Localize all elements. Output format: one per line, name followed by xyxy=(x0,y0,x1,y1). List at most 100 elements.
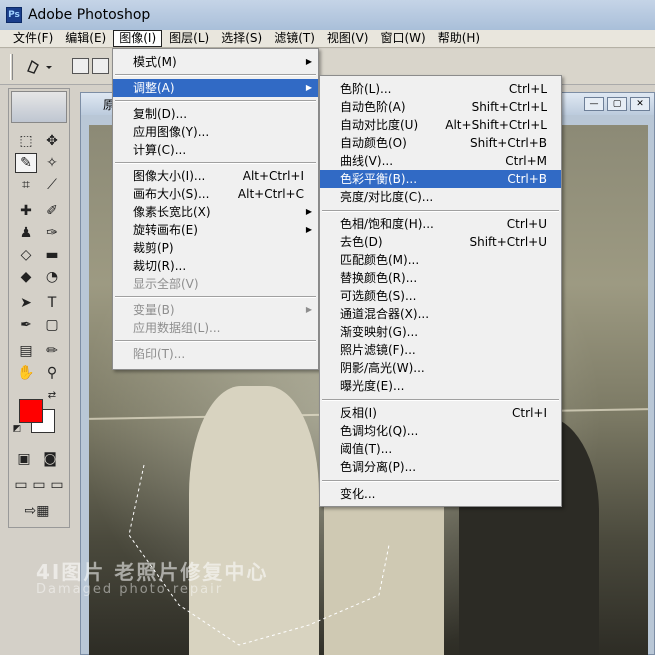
menu-item-label: 计算(C)... xyxy=(133,143,187,157)
watermark-subtitle: Damaged photo repair xyxy=(36,582,224,597)
menu-item-label: 像素长宽比(X) xyxy=(133,205,211,219)
gradient-tool-icon[interactable]: ▬ xyxy=(41,245,63,265)
polygonal-lasso-tool-icon[interactable] xyxy=(24,57,54,77)
adjust-menu-item[interactable]: 色调分离(P)... xyxy=(320,458,561,476)
crop-tool-icon[interactable]: ⌗ xyxy=(15,175,37,195)
adjust-menu-item[interactable]: 匹配颜色(M)... xyxy=(320,251,561,269)
quick-mask-mode-icon[interactable]: ◙ xyxy=(39,449,61,469)
adjust-menu-item[interactable]: 亮度/对比度(C)... xyxy=(320,188,561,206)
swap-colors-icon[interactable]: ⇄ xyxy=(45,389,59,401)
menu-0[interactable]: 文件(F) xyxy=(8,30,58,47)
menu-item-shortcut: Ctrl+U xyxy=(506,217,547,231)
adjust-menu-item[interactable]: 变化... xyxy=(320,485,561,503)
healing-brush-tool-icon[interactable]: ✚ xyxy=(15,201,37,221)
menu-item-label: 旋转画布(E) xyxy=(133,223,198,237)
lasso-tool-icon[interactable]: ✎ xyxy=(15,153,37,173)
eyedropper-tool-icon[interactable]: ✏ xyxy=(41,341,63,361)
menu-item-label: 曝光度(E)... xyxy=(340,379,405,393)
image-menu-item[interactable]: 应用图像(Y)... xyxy=(113,123,318,141)
adjust-menu-item[interactable]: 色相/饱和度(H)... Ctrl+U xyxy=(320,215,561,233)
menu-1[interactable]: 编辑(E) xyxy=(60,30,111,47)
default-colors-icon[interactable]: ◩ xyxy=(11,423,23,435)
adjust-menu-item[interactable]: 阈值(T)... xyxy=(320,440,561,458)
menu-separator xyxy=(115,162,316,164)
add-selection-button[interactable] xyxy=(92,58,109,74)
maximize-icon[interactable]: ▢ xyxy=(607,97,627,111)
image-menu-item[interactable]: 调整(A) ▶ xyxy=(113,79,318,97)
menu-5[interactable]: 滤镜(T) xyxy=(269,30,320,47)
adjust-menu-item[interactable]: 可选颜色(S)... xyxy=(320,287,561,305)
full-screen-menu-mode-icon[interactable]: ▭ xyxy=(31,475,47,495)
adjust-menu-item[interactable]: 色阶(L)... Ctrl+L xyxy=(320,80,561,98)
menu-7[interactable]: 窗口(W) xyxy=(375,30,430,47)
adjust-menu-item[interactable]: 自动色阶(A) Shift+Ctrl+L xyxy=(320,98,561,116)
menu-item-label: 照片滤镜(F)... xyxy=(340,343,416,357)
dodge-tool-icon[interactable]: ◔ xyxy=(41,267,63,287)
image-menu-item[interactable]: 旋转画布(E) ▶ xyxy=(113,221,318,239)
adjust-menu-item[interactable]: 去色(D) Shift+Ctrl+U xyxy=(320,233,561,251)
menu-4[interactable]: 选择(S) xyxy=(216,30,267,47)
image-menu-item[interactable]: 计算(C)... xyxy=(113,141,318,159)
adjust-menu-item[interactable]: 色彩平衡(B)... Ctrl+B xyxy=(320,170,561,188)
adjust-menu-item[interactable]: 自动颜色(O) Shift+Ctrl+B xyxy=(320,134,561,152)
image-menu: 模式(M) ▶ 调整(A) ▶ 复制(D)... 应用图像(Y)... 计算(C)... 图像… xyxy=(112,48,319,370)
minimize-icon[interactable]: — xyxy=(584,97,604,111)
adjust-menu-item[interactable]: 曲线(V)... Ctrl+M xyxy=(320,152,561,170)
standard-mode-icon[interactable]: ▣ xyxy=(13,449,35,469)
image-menu-item[interactable]: 像素长宽比(X) ▶ xyxy=(113,203,318,221)
menu-item-label: 色调均化(Q)... xyxy=(340,424,419,438)
menu-item-label: 裁切(R)... xyxy=(133,259,187,273)
image-menu-item: 陷印(T)... xyxy=(113,345,318,363)
menu-item-shortcut: Ctrl+I xyxy=(512,406,547,420)
menu-6[interactable]: 视图(V) xyxy=(322,30,374,47)
menu-item-shortcut: Shift+Ctrl+B xyxy=(470,136,547,150)
slice-tool-icon[interactable]: ⟋ xyxy=(41,175,63,195)
image-menu-item[interactable]: 图像大小(I)... Alt+Ctrl+I xyxy=(113,167,318,185)
image-menu-item[interactable]: 复制(D)... xyxy=(113,105,318,123)
menu-3[interactable]: 图层(L) xyxy=(164,30,214,47)
adjust-menu-item[interactable]: 色调均化(Q)... xyxy=(320,422,561,440)
adjust-menu-item[interactable]: 阴影/高光(W)... xyxy=(320,359,561,377)
move-tool-icon[interactable]: ✥ xyxy=(41,131,63,151)
image-menu-item[interactable]: 裁切(R)... xyxy=(113,257,318,275)
shape-tool-icon[interactable]: ▢ xyxy=(41,315,63,335)
submenu-arrow-icon: ▶ xyxy=(305,225,312,234)
text-tool-icon[interactable]: T xyxy=(41,293,63,313)
adjust-menu-item[interactable]: 替换颜色(R)... xyxy=(320,269,561,287)
notes-tool-icon[interactable]: ▤ xyxy=(15,341,37,361)
hand-tool-icon[interactable]: ✋ xyxy=(15,363,37,383)
pen-tool-icon[interactable]: ✒ xyxy=(15,315,37,335)
adjust-menu-item[interactable]: 曝光度(E)... xyxy=(320,377,561,395)
menu-item-label: 色彩平衡(B)... xyxy=(340,172,418,186)
menu-8[interactable]: 帮助(H) xyxy=(433,30,485,47)
menu-item-label: 匹配颜色(M)... xyxy=(340,253,420,267)
adjust-menu-item[interactable]: 自动对比度(U) Alt+Shift+Ctrl+L xyxy=(320,116,561,134)
marquee-tool-icon[interactable]: ⬚ xyxy=(15,131,37,151)
history-brush-tool-icon[interactable]: ✑ xyxy=(41,223,63,243)
blur-tool-icon[interactable]: ◆ xyxy=(15,267,37,287)
menu-separator xyxy=(115,296,316,298)
adjust-menu-item[interactable]: 通道混合器(X)... xyxy=(320,305,561,323)
image-menu-item[interactable]: 裁剪(P) xyxy=(113,239,318,257)
image-menu-item[interactable]: 画布大小(S)... Alt+Ctrl+C xyxy=(113,185,318,203)
clone-stamp-tool-icon[interactable]: ♟ xyxy=(15,223,37,243)
adjust-menu-item[interactable]: 渐变映射(G)... xyxy=(320,323,561,341)
jump-to-imageready-icon[interactable]: ⇨▦ xyxy=(17,501,57,521)
magic-wand-tool-icon[interactable]: ✧ xyxy=(41,153,63,173)
standard-screen-mode-icon[interactable]: ▭ xyxy=(13,475,29,495)
options-grip[interactable] xyxy=(10,54,13,80)
path-selection-tool-icon[interactable]: ➤ xyxy=(15,293,37,313)
menu-item-label: 亮度/对比度(C)... xyxy=(340,190,434,204)
eraser-tool-icon[interactable]: ◇ xyxy=(15,245,37,265)
menu-2[interactable]: 图像(I) xyxy=(113,30,163,47)
new-selection-button[interactable] xyxy=(72,58,89,74)
full-screen-mode-icon[interactable]: ▭ xyxy=(49,475,65,495)
menu-item-label: 阴影/高光(W)... xyxy=(340,361,425,375)
image-menu-item[interactable]: 模式(M) ▶ xyxy=(113,53,318,71)
adjust-menu-item[interactable]: 反相(I) Ctrl+I xyxy=(320,404,561,422)
zoom-tool-icon[interactable]: ⚲ xyxy=(41,363,63,383)
close-icon[interactable]: ✕ xyxy=(630,97,650,111)
brush-tool-icon[interactable]: ✐ xyxy=(41,201,63,221)
adjust-menu-item[interactable]: 照片滤镜(F)... xyxy=(320,341,561,359)
foreground-color-swatch[interactable] xyxy=(19,399,43,423)
